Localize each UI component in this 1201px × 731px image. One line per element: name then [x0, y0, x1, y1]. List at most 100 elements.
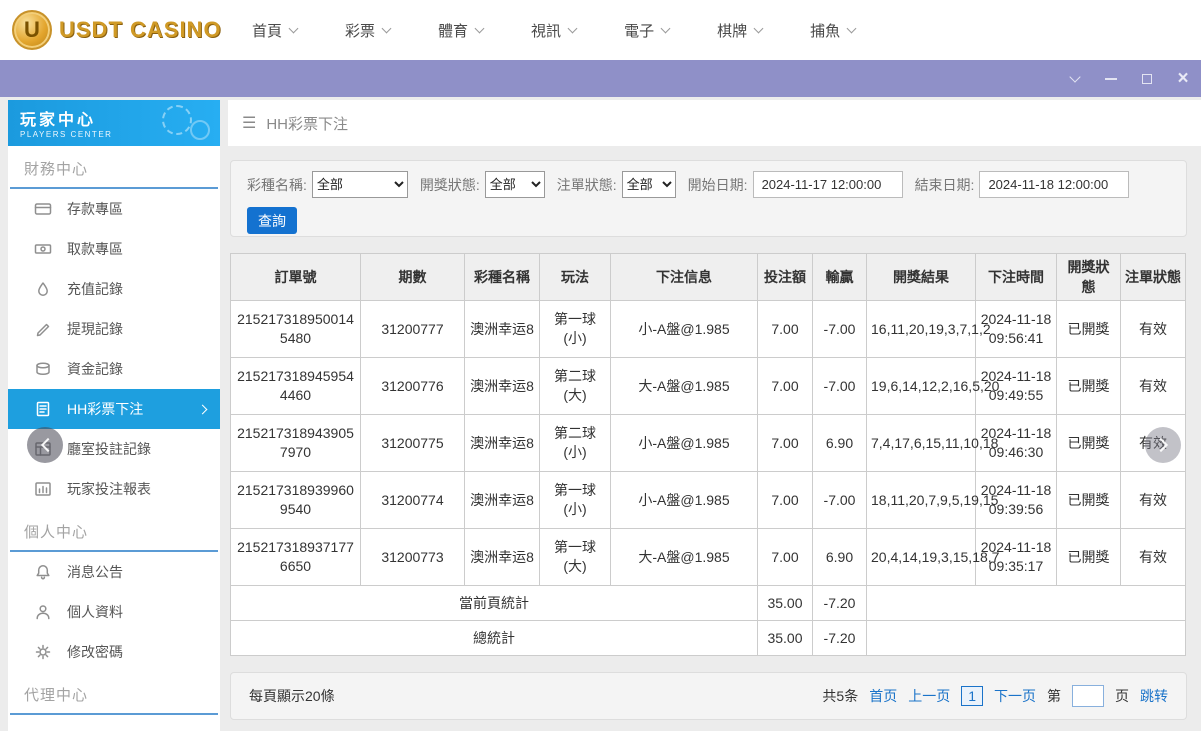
- sidebar-item-deposit[interactable]: 存款專區: [8, 189, 220, 229]
- cell-bet-info: 小-A盤@1.985: [610, 300, 758, 358]
- breadcrumb: ☰ HH彩票下注: [228, 100, 1201, 146]
- sidebar-item-label: HH彩票下注: [67, 401, 144, 417]
- chevron-down-icon: [753, 23, 764, 34]
- chevron-right-icon: [1153, 437, 1168, 453]
- cell-order-status: 有效: [1120, 471, 1186, 529]
- cell-amount: 7.00: [757, 528, 813, 586]
- nav-item-sports[interactable]: 體育: [438, 20, 485, 41]
- cell-draw-status: 已開獎: [1056, 357, 1121, 415]
- maximize-button[interactable]: [1139, 71, 1155, 87]
- lottery-name-select[interactable]: 全部: [311, 171, 408, 198]
- nav-item-fishing[interactable]: 捕魚: [810, 20, 857, 41]
- document-icon: [34, 401, 52, 417]
- nav-item-home[interactable]: 首頁: [252, 20, 299, 41]
- sidebar-item-profile[interactable]: 個人資料: [8, 592, 220, 632]
- chevron-down-icon: [381, 23, 392, 34]
- cell-period: 31200775: [360, 414, 465, 472]
- cell-order-status: 有效: [1120, 357, 1186, 415]
- cell-order-id: 2152173189371776650: [230, 528, 361, 586]
- first-page-link[interactable]: 首页: [869, 686, 897, 706]
- end-date-input[interactable]: [979, 171, 1130, 198]
- sidebar-item-withdrawal-records[interactable]: 提現記錄: [8, 309, 220, 349]
- search-button[interactable]: 查詢: [247, 207, 297, 234]
- jump-link[interactable]: 跳转: [1140, 686, 1168, 706]
- order-status-select[interactable]: 全部: [621, 171, 676, 198]
- cell-period: 31200773: [360, 528, 465, 586]
- cell-result: 7,4,17,6,15,11,10,18: [866, 414, 998, 472]
- current-page-indicator[interactable]: 1: [961, 686, 983, 706]
- cell-period: 31200776: [360, 357, 465, 415]
- table-row: 2152173189371776650 31200773 澳洲幸运8 第一球(大…: [230, 528, 1186, 586]
- droplet-icon: [34, 281, 52, 297]
- scroll-left-button[interactable]: [27, 427, 63, 463]
- sidebar-item-label: 修改密碼: [67, 644, 123, 660]
- table-row: 2152173189459544460 31200776 澳洲幸运8 第二球(大…: [230, 357, 1186, 415]
- cell-win-loss: 6.90: [812, 528, 867, 586]
- prev-page-link[interactable]: 上一页: [908, 686, 950, 706]
- sidebar-item-player-bet-report[interactable]: 玩家投注報表: [8, 469, 220, 509]
- col-lottery: 彩種名稱: [464, 253, 540, 301]
- total-count-text: 共5条: [822, 688, 859, 704]
- chevron-down-icon: [846, 23, 857, 34]
- sidebar-item-label: 資金記錄: [67, 361, 123, 377]
- filter-row: 彩種名稱: 全部 開獎狀態: 全部 注單狀態: 全部 開始日期: 結束日期:: [247, 171, 1170, 198]
- page-jump-input[interactable]: [1072, 685, 1104, 707]
- pencil-icon: [34, 321, 52, 337]
- players-center-header: 玩家中心 PLAYERS CENTER: [8, 100, 220, 146]
- cell-lottery: 澳洲幸运8: [464, 471, 540, 529]
- cell-lottery: 澳洲幸运8: [464, 300, 540, 358]
- sidebar-item-withdraw[interactable]: 取款專區: [8, 229, 220, 269]
- sidebar-item-label: 廳室投註記錄: [67, 441, 151, 457]
- scroll-right-button[interactable]: [1145, 427, 1181, 463]
- table-header-row: 訂單號 期數 彩種名稱 玩法 下注信息 投注額 輸贏 開獎結果 下注時間 開獎狀…: [230, 253, 1186, 301]
- cell-lottery: 澳洲幸运8: [464, 357, 540, 415]
- sidebar-item-change-password[interactable]: 修改密碼: [8, 632, 220, 672]
- sidebar-item-label: 玩家投注報表: [67, 481, 151, 497]
- cell-win-loss: -7.00: [812, 471, 867, 529]
- cell-bet-info: 大-A盤@1.985: [610, 528, 758, 586]
- next-page-link[interactable]: 下一页: [994, 686, 1036, 706]
- nav-item-slots[interactable]: 電子: [624, 20, 671, 41]
- cell-bet-info: 大-A盤@1.985: [610, 357, 758, 415]
- col-draw-status: 開獎狀態: [1056, 253, 1121, 301]
- cell-play: 第一球(大): [539, 528, 611, 586]
- cell-bet-info: 小-A盤@1.985: [610, 414, 758, 472]
- section-header-agent: 代理中心: [10, 672, 218, 715]
- minimize-button[interactable]: [1103, 71, 1119, 87]
- chips-decoration: [190, 120, 210, 140]
- sidebar-item-announcements[interactable]: 消息公告: [8, 552, 220, 592]
- lottery-name-label: 彩種名稱:: [247, 176, 307, 193]
- sidebar-item-fund-records[interactable]: 資金記錄: [8, 349, 220, 389]
- chevron-down-icon: [1069, 71, 1081, 83]
- col-result: 開獎結果: [866, 253, 976, 301]
- start-date-input[interactable]: [752, 171, 903, 198]
- draw-status-select[interactable]: 全部: [484, 171, 545, 198]
- cell-result: 19,6,14,12,2,16,5,20: [866, 357, 999, 415]
- cell-order-status: 有效: [1120, 528, 1186, 586]
- nav-item-live[interactable]: 視訊: [531, 20, 578, 41]
- sidebar-item-hh-lottery-bets[interactable]: HH彩票下注: [8, 389, 220, 429]
- chevron-down-icon: [288, 23, 299, 34]
- chevron-left-icon: [40, 437, 55, 453]
- coin-letter: U: [24, 17, 40, 42]
- cell-draw-status: 已開獎: [1056, 471, 1121, 529]
- nav-item-lottery[interactable]: 彩票: [345, 20, 392, 41]
- window-controls: ×: [1067, 60, 1191, 97]
- nav-item-cards[interactable]: 棋牌: [717, 20, 764, 41]
- page-summary-amount: 35.00: [757, 585, 813, 621]
- page-prefix-label: 第: [1047, 688, 1061, 704]
- total-summary-label: 總統計: [230, 620, 758, 656]
- total-summary-empty: [866, 620, 1186, 656]
- total-summary-amount: 35.00: [757, 620, 813, 656]
- collapse-button[interactable]: [1067, 71, 1083, 87]
- sidebar-item-label: 個人資料: [67, 604, 123, 620]
- sidebar-item-label: 充值記錄: [67, 281, 123, 297]
- table-row: 2152173189439057970 31200775 澳洲幸运8 第二球(小…: [230, 414, 1186, 472]
- close-button[interactable]: ×: [1175, 69, 1191, 88]
- cell-result: 20,4,14,19,3,15,18,7: [866, 528, 999, 586]
- cell-order-id: 2152173189500145480: [230, 300, 361, 358]
- window-titlebar: ×: [0, 60, 1201, 97]
- sidebar-item-recharge-records[interactable]: 充值記錄: [8, 269, 220, 309]
- hamburger-icon[interactable]: ☰: [242, 113, 256, 133]
- page-summary-empty: [866, 585, 1186, 621]
